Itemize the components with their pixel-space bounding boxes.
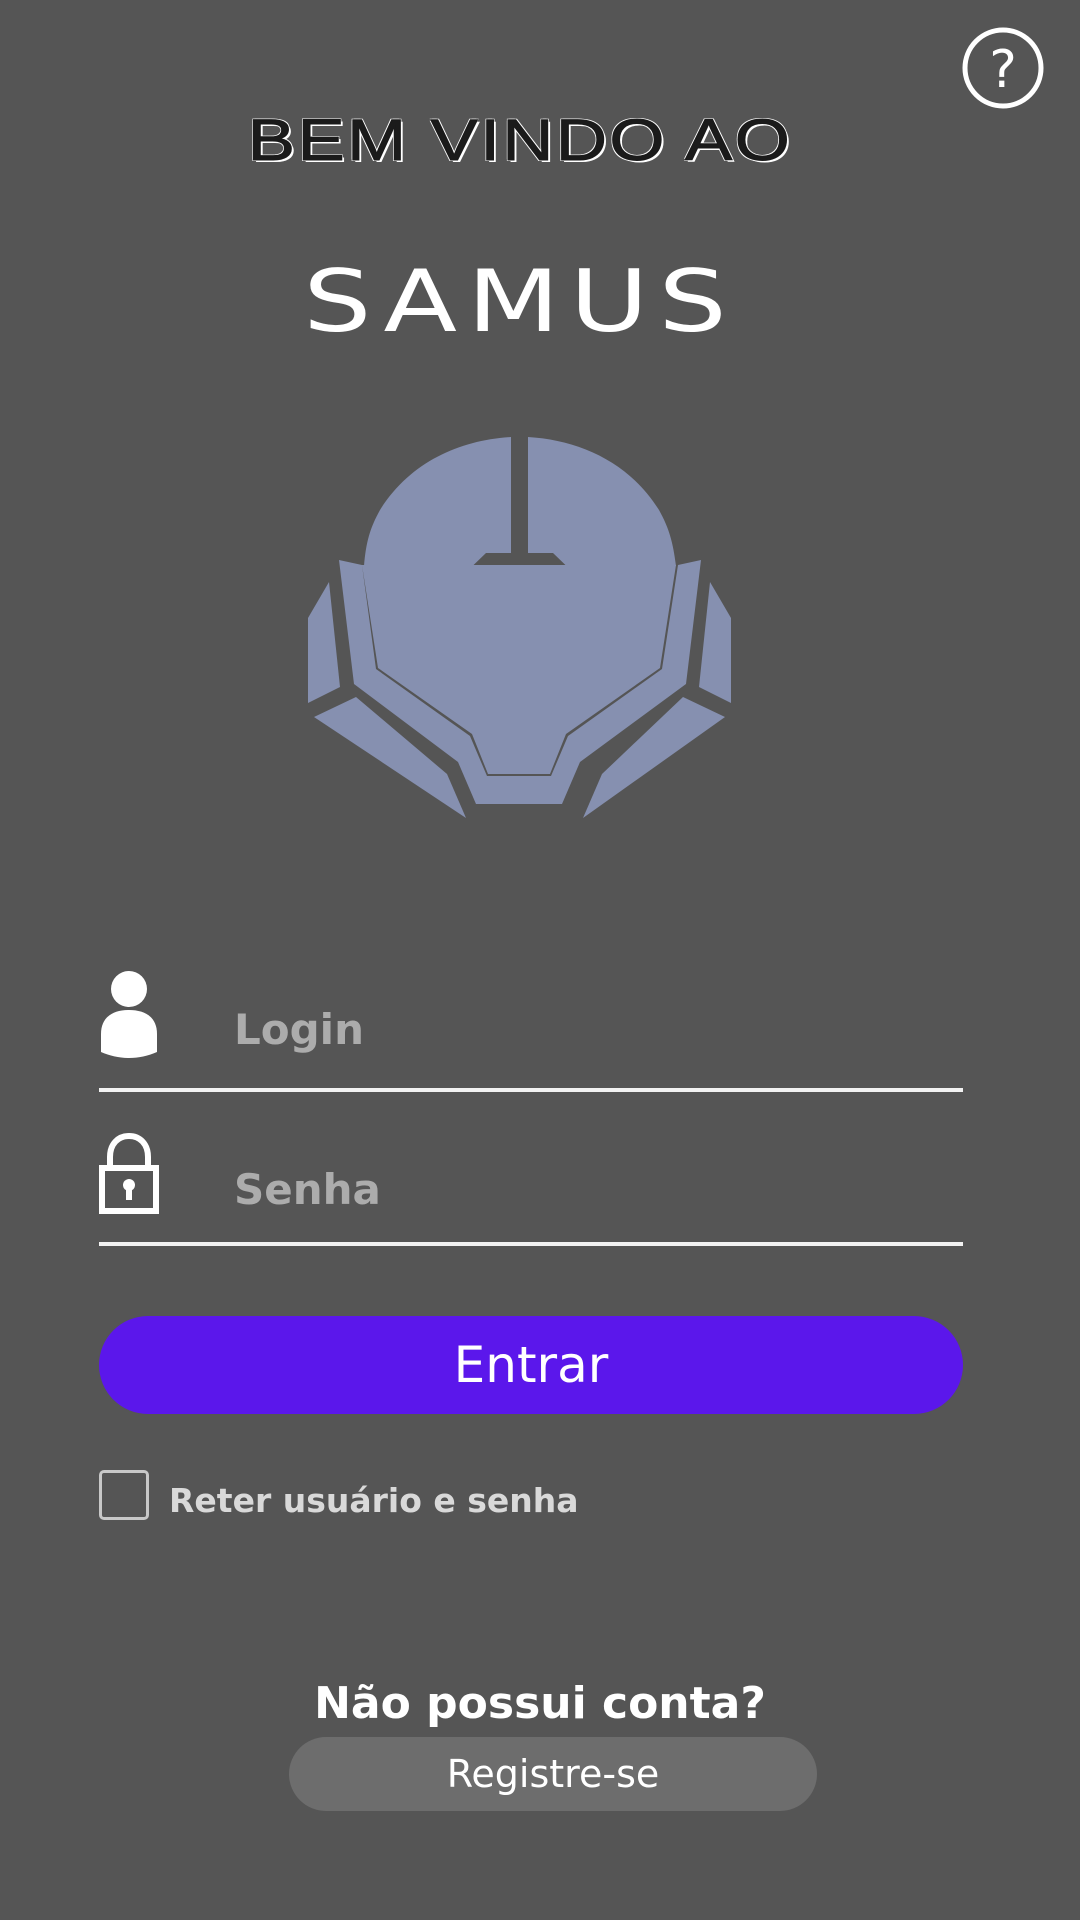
- register-button[interactable]: Registre-se: [289, 1737, 817, 1811]
- helmet-dome-right: [528, 437, 676, 580]
- welcome-title: BEM VINDO AO: [247, 108, 793, 174]
- help-glyph: ?: [989, 40, 1017, 100]
- login-field: [99, 990, 963, 1092]
- helmet-logo: [308, 437, 731, 818]
- remember-label: Reter usuário e senha: [169, 1481, 579, 1520]
- no-account-prompt: Não possui conta?: [314, 1678, 766, 1729]
- password-field: [99, 1150, 963, 1246]
- app-name-title: SAMUS: [303, 252, 737, 352]
- helmet-cheek-left: [308, 582, 340, 703]
- help-button[interactable]: ?: [961, 26, 1045, 110]
- helmet-cheek-right: [699, 582, 731, 703]
- enter-button[interactable]: Entrar: [99, 1316, 963, 1414]
- helmet-dome-left: [364, 437, 511, 580]
- login-input[interactable]: [234, 990, 934, 1068]
- password-input[interactable]: [234, 1150, 934, 1228]
- remember-checkbox[interactable]: [99, 1470, 149, 1520]
